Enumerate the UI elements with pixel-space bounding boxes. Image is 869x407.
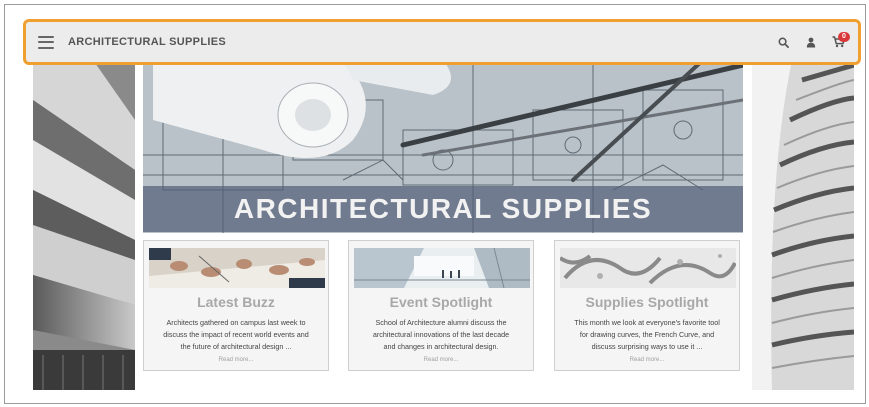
card-title-event-spotlight[interactable]: Event Spotlight (349, 294, 533, 310)
card-text-line: School of Architecture alumni discuss th… (375, 318, 507, 327)
card-text-line: discuss surprising ways to use it ... (591, 342, 703, 351)
hamburger-icon[interactable] (38, 35, 54, 49)
hero-banner: ARCHITECTURAL SUPPLIES (143, 60, 743, 233)
card-text-line: discuss the impact of recent world event… (163, 330, 309, 339)
card-text-event-spotlight: School of Architecture alumni discuss th… (355, 317, 527, 353)
cart-icon[interactable]: 0 (828, 32, 850, 52)
card-text-latest-buzz: Architects gathered on campus last week … (150, 317, 322, 353)
card-image-latest-buzz (149, 248, 325, 288)
read-more-link[interactable]: Read more... (555, 357, 739, 363)
right-building-image (752, 60, 854, 390)
left-building-image (33, 60, 135, 390)
card-text-line: This month we look at everyone's favorit… (574, 318, 720, 327)
user-icon[interactable] (800, 32, 822, 52)
card-image-supplies-spotlight (560, 248, 736, 288)
brand-title[interactable]: ARCHITECTURAL SUPPLIES (68, 36, 226, 48)
card-text-supplies-spotlight: This month we look at everyone's favorit… (561, 317, 733, 353)
card-text-line: and changes in architectural design. (383, 342, 499, 351)
card-text-line: architectural innovations of the last de… (372, 330, 510, 339)
search-icon[interactable] (772, 32, 794, 52)
top-navigation-bar: ARCHITECTURAL SUPPLIES 0 (23, 19, 861, 65)
card-title-supplies-spotlight[interactable]: Supplies Spotlight (555, 294, 739, 310)
card-image-event-spotlight (354, 248, 530, 288)
card-supplies-spotlight: Supplies Spotlight This month we look at… (554, 240, 740, 371)
cart-count-badge: 0 (838, 32, 850, 42)
card-title-latest-buzz[interactable]: Latest Buzz (144, 294, 328, 310)
card-event-spotlight: Event Spotlight School of Architecture a… (348, 240, 534, 371)
read-more-link[interactable]: Read more... (144, 357, 328, 363)
card-text-line: for drawing curves, the French Curve, an… (579, 330, 715, 339)
card-latest-buzz: Latest Buzz Architects gathered on campu… (143, 240, 329, 371)
read-more-link[interactable]: Read more... (349, 357, 533, 363)
card-text-line: the future of architectural design ... (180, 342, 292, 351)
card-text-line: Architects gathered on campus last week … (166, 318, 306, 327)
hero-title: ARCHITECTURAL SUPPLIES (233, 193, 653, 224)
